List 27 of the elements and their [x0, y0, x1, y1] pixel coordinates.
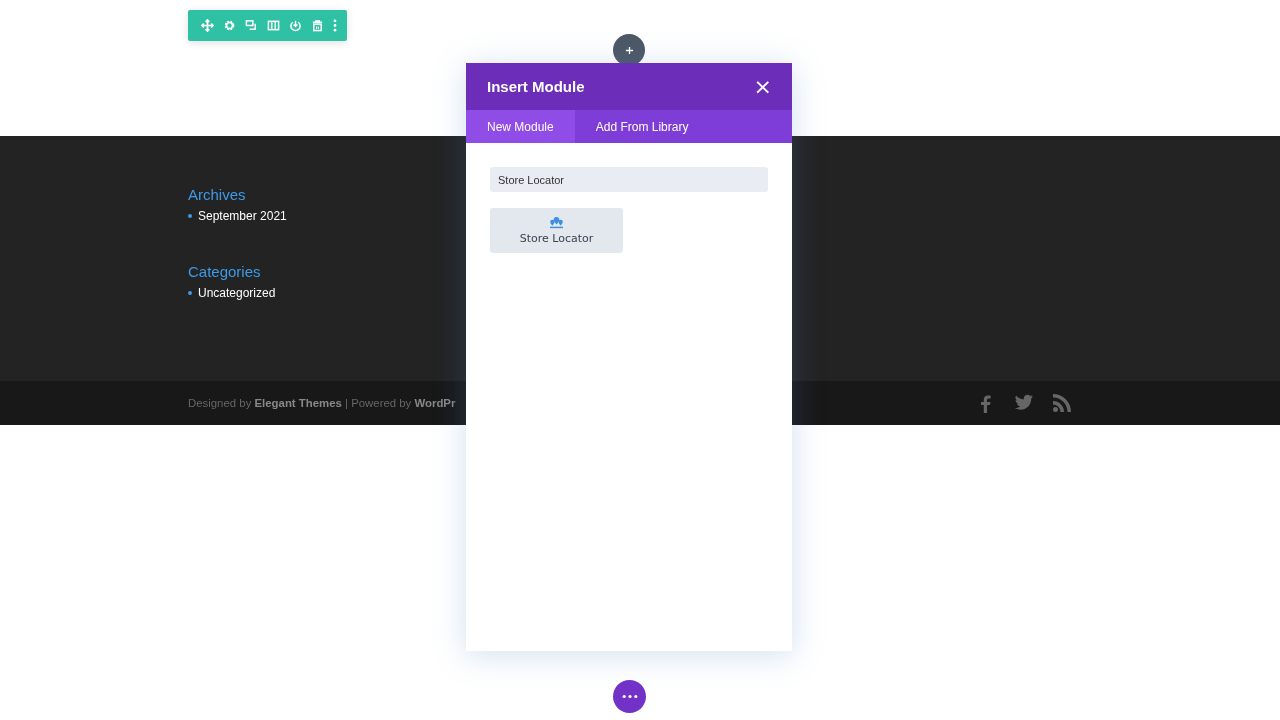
settings-icon[interactable]	[223, 19, 236, 32]
close-button[interactable]: ×	[753, 75, 772, 98]
twitter-icon[interactable]	[1014, 393, 1034, 413]
rss-icon[interactable]	[1052, 393, 1072, 413]
duplicate-icon[interactable]	[245, 19, 258, 32]
tab[interactable]: New Module	[466, 110, 575, 143]
plus-icon	[624, 45, 634, 55]
widget-title: Archives	[188, 186, 247, 203]
move-icon[interactable]	[201, 19, 214, 32]
map-pins-icon	[549, 216, 564, 229]
more-button[interactable]	[613, 680, 646, 713]
search-field[interactable]: Store Locator	[490, 167, 768, 192]
more-icon	[621, 694, 638, 699]
dialog-title: Insert Module	[487, 78, 585, 95]
bullet-icon	[188, 214, 192, 218]
columns-icon[interactable]	[267, 19, 280, 32]
footer-credits: Designed by Elegant Themes | Powered by WordPr	[188, 397, 456, 409]
trash-icon[interactable]	[311, 19, 324, 32]
widget-link[interactable]: Uncategorized	[198, 286, 276, 300]
more-icon[interactable]	[333, 19, 337, 32]
widget-link[interactable]: September 2021	[198, 209, 287, 223]
add-button[interactable]	[613, 34, 645, 66]
bullet-icon	[188, 291, 192, 295]
power-icon[interactable]	[289, 19, 302, 32]
module-button[interactable]: Store Locator	[490, 208, 623, 253]
tab[interactable]: Add From Library	[574, 110, 710, 143]
widget-title: Categories	[188, 263, 262, 280]
